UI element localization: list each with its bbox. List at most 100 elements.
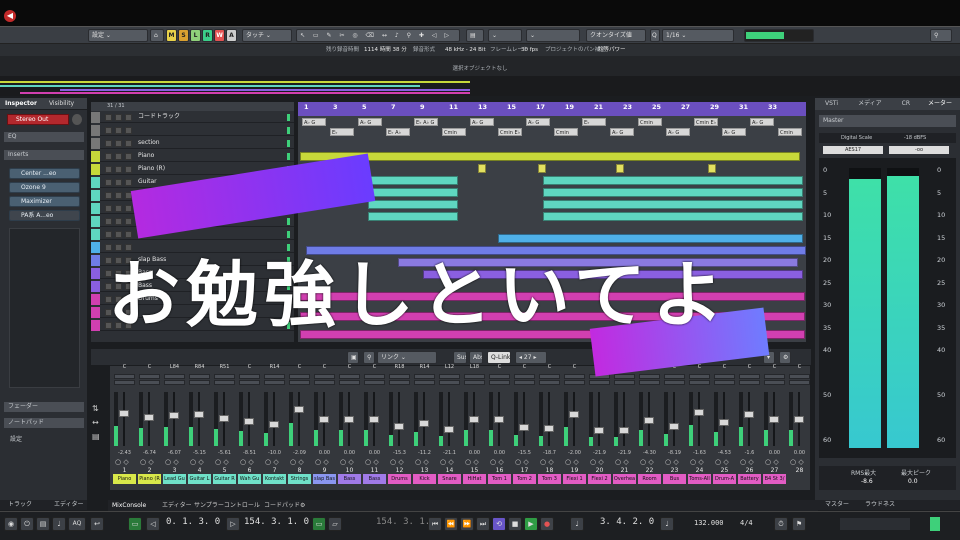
mixer-channel[interactable]: R14 -10.0 ○ ◇ 7 Kontakt (262, 364, 287, 486)
record-time[interactable]: 1114 時間 38 分 (364, 44, 407, 56)
sync-icon[interactable]: ⏱ (774, 517, 788, 531)
channel-button[interactable] (289, 380, 310, 385)
pan-value[interactable]: C (562, 364, 587, 370)
channel-name[interactable]: Tom 3 (538, 474, 561, 484)
track-button[interactable] (125, 114, 132, 121)
goto-end-icon[interactable]: ⏭ (476, 517, 490, 531)
channel-name[interactable]: Overhea (613, 474, 636, 484)
fader-value[interactable]: -5.15 (187, 450, 212, 456)
fader-handle[interactable] (244, 418, 254, 426)
monitor-icon[interactable]: ○ ◇ (215, 458, 229, 466)
pre-roll-icon[interactable]: ↩ (90, 517, 104, 531)
tab-chord-pads[interactable]: コードパッド (264, 500, 300, 511)
tab-track[interactable]: トラック (8, 501, 32, 508)
track-button[interactable] (105, 218, 112, 225)
mixer-channel[interactable]: L18 0.00 ○ ◇ 15 HiHat (462, 364, 487, 486)
pan-value[interactable]: C (237, 364, 262, 370)
automation-button[interactable]: A (226, 29, 237, 42)
pan-value[interactable]: C (687, 364, 712, 370)
pan-value[interactable]: C (112, 364, 137, 370)
fader-handle[interactable] (144, 413, 154, 421)
channel-button[interactable] (714, 374, 735, 379)
channel-button[interactable] (139, 374, 160, 379)
fader-value[interactable]: -1.63 (687, 450, 712, 456)
settings-label[interactable]: 設定 (10, 434, 22, 443)
channel-name[interactable]: Guitar R (213, 474, 236, 484)
activate-project-icon[interactable]: ◉ (4, 517, 18, 531)
audio-part[interactable] (708, 164, 716, 173)
quantize-select[interactable]: 1/16 ⌄ (662, 29, 734, 42)
chord-event[interactable]: A♭ G (302, 118, 326, 126)
channel-button[interactable] (364, 380, 385, 385)
forward-icon[interactable]: ⏩ (460, 517, 474, 531)
tab-meter[interactable]: メーター (928, 98, 952, 110)
monitor-icon[interactable]: ○ ◇ (690, 458, 704, 466)
fader-value[interactable]: -8.51 (237, 450, 262, 456)
notepad-section[interactable]: ノートパッド (4, 418, 84, 428)
channel-button[interactable] (264, 374, 285, 379)
track-row[interactable]: コードトラック (91, 112, 294, 123)
eq-section[interactable]: EQ (4, 132, 84, 142)
channel-button[interactable] (639, 380, 660, 385)
tab-inspector[interactable]: Inspector (5, 98, 37, 109)
channel-button[interactable] (339, 380, 360, 385)
constrain-icon[interactable]: ⏻ (20, 517, 34, 531)
chord-event[interactable]: A♭ G (470, 118, 494, 126)
monitor-icon[interactable]: ○ ◇ (540, 458, 554, 466)
mixer-channel[interactable]: C -1.63 ○ ◇ 24 Toms-All (687, 364, 712, 486)
chord-event[interactable]: A♭ G (750, 118, 774, 126)
channel-name[interactable]: Bass (363, 474, 386, 484)
fader-value[interactable]: -4.53 (712, 450, 737, 456)
monitor-icon[interactable]: ○ ◇ (340, 458, 354, 466)
fader-handle[interactable] (394, 423, 404, 431)
mixer-channel[interactable]: C-21.9○ ◇20Flexi 2 (587, 364, 612, 486)
fader-value[interactable]: -5.61 (212, 450, 237, 456)
pan-value[interactable]: R18 (387, 364, 412, 370)
pan-value[interactable]: C (737, 364, 762, 370)
track-button[interactable] (115, 205, 122, 212)
tempo-track-icon[interactable]: ▱ (328, 517, 342, 531)
channel-button[interactable] (564, 380, 585, 385)
track-button[interactable] (125, 153, 132, 160)
track-button[interactable] (115, 153, 122, 160)
play-icon[interactable]: ▶ (524, 517, 538, 531)
fader-value[interactable]: -11.2 (412, 450, 437, 456)
channel-button[interactable] (364, 374, 385, 379)
tempo-value[interactable]: 132.000 (694, 519, 724, 527)
channel-button[interactable] (539, 380, 560, 385)
mixer-channel[interactable]: C -18.7 ○ ◇ 18 Tom 3 (537, 364, 562, 486)
insert-slot-3[interactable]: Maximizer (9, 196, 80, 207)
channel-button[interactable] (264, 380, 285, 385)
channel-button[interactable] (589, 380, 610, 385)
fader-handle[interactable] (619, 426, 629, 434)
mixer-channel[interactable]: R84 -5.15 ○ ◇ 4 Guitar L (187, 364, 212, 486)
channel-button[interactable] (439, 374, 460, 379)
mixer-channel[interactable]: C -15.5 ○ ◇ 17 Tom 2 (512, 364, 537, 486)
mixer-channel[interactable]: C -2.43 ○ ◇ 1 Piano (112, 364, 137, 486)
tab-loudness[interactable]: ラウドネス (865, 501, 895, 508)
channel-name[interactable]: Toms-All (688, 474, 711, 484)
channel-button[interactable] (164, 380, 185, 385)
left-locator-icon[interactable]: ◁ (146, 517, 160, 531)
channel-name[interactable]: Piano (R (138, 474, 161, 484)
audio-part[interactable] (478, 164, 486, 173)
monitor-icon[interactable]: ○ ◇ (140, 458, 154, 466)
channel-name[interactable]: Piano (113, 474, 136, 484)
preset-select[interactable]: 設定 ⌄ (88, 29, 148, 42)
mixer-channel[interactable]: C -8.51 ○ ◇ 6 Wah Gu (237, 364, 262, 486)
record-mode-icon[interactable]: ▤ (36, 517, 50, 531)
snap-icon[interactable]: ▤ (466, 29, 484, 42)
monitor-icon[interactable]: ○ ◇ (665, 458, 679, 466)
channel-button[interactable] (389, 374, 410, 379)
audio-part[interactable] (368, 212, 458, 221)
channel-name[interactable]: HiHat (463, 474, 486, 484)
mixer-channel[interactable]: C -6.74 ○ ◇ 2 Piano (R (137, 364, 162, 486)
fader-handle[interactable] (344, 416, 354, 423)
monitor-icon[interactable]: ○ ◇ (565, 458, 579, 466)
pan-value[interactable]: L84 (162, 364, 187, 370)
punch-in-icon[interactable]: ▭ (128, 517, 142, 531)
track-row[interactable]: section (91, 138, 294, 149)
search-icon[interactable]: ⚲ (930, 29, 952, 42)
track-button[interactable] (105, 166, 112, 173)
monitor-icon[interactable]: ○ ◇ (440, 458, 454, 466)
